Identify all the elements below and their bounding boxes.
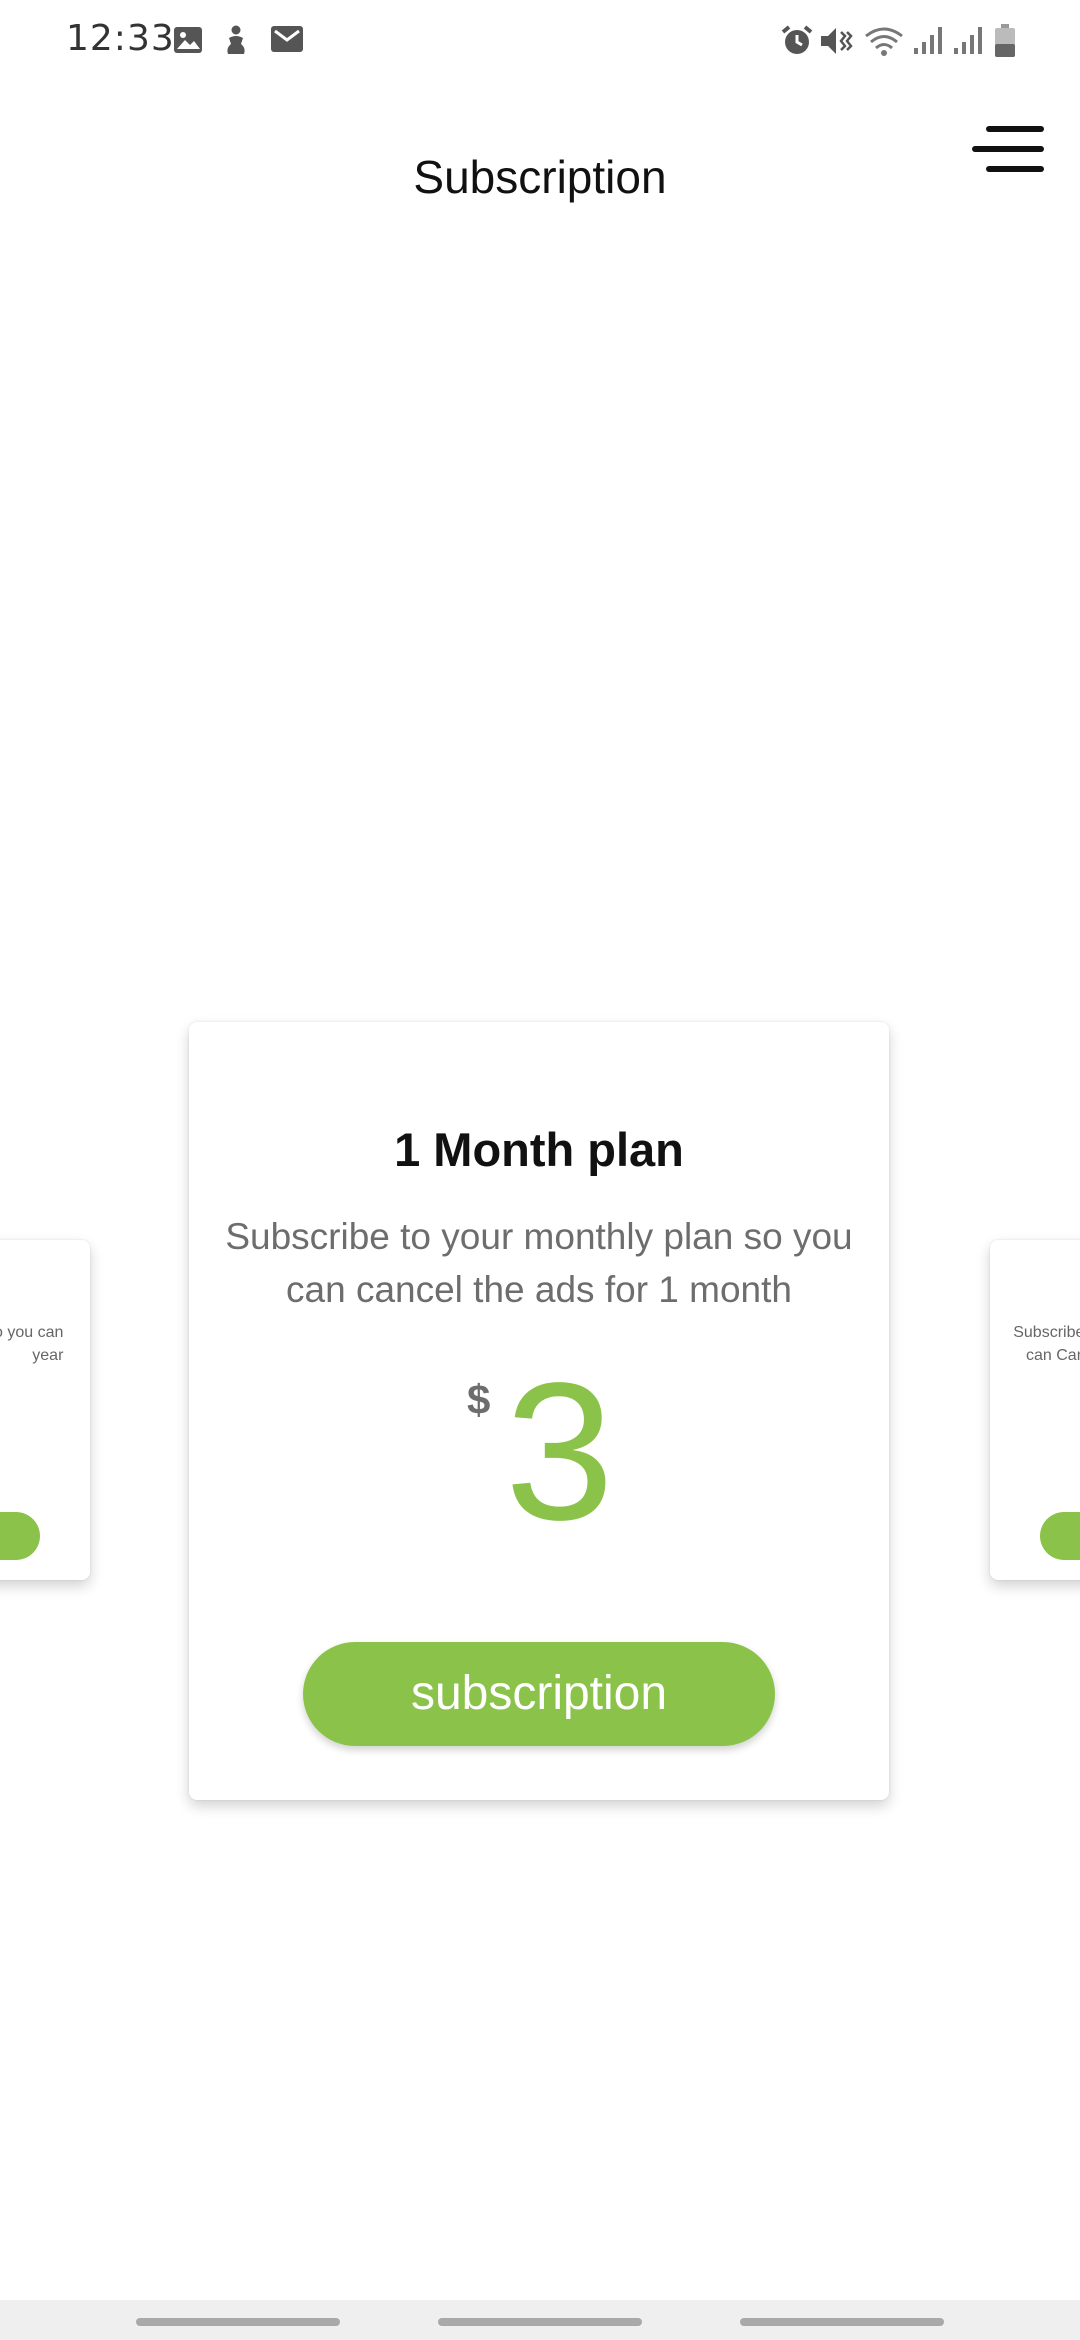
alarm-icon xyxy=(780,24,814,58)
plan-card-previous-description: o you can year xyxy=(0,1321,63,1367)
navigation-bar xyxy=(0,2300,1080,2340)
back-handle[interactable] xyxy=(740,2318,944,2326)
battery-icon xyxy=(994,24,1016,58)
plan-card-current: 1 Month plan Subscribe to your monthly p… xyxy=(189,1022,889,1800)
plan-card-previous[interactable]: o you can year xyxy=(0,1240,90,1580)
plan-card-next-subscribe-button[interactable] xyxy=(1040,1512,1080,1560)
plan-card-next-line1: Subscribe xyxy=(1013,1324,1080,1341)
plan-card-next-line2: can Can xyxy=(1026,1347,1080,1364)
page-title: Subscription xyxy=(413,151,667,203)
menu-button[interactable] xyxy=(972,122,1044,176)
price-currency: $ xyxy=(467,1376,491,1423)
signal-icon xyxy=(952,24,984,56)
plan-title: 1 Month plan xyxy=(394,1123,684,1176)
wifi-icon xyxy=(864,24,904,58)
recents-handle[interactable] xyxy=(136,2318,340,2326)
image-icon xyxy=(172,24,204,56)
plan-card-next-description: Subscribe can Can xyxy=(1012,1321,1080,1367)
subscribe-button[interactable]: subscription xyxy=(303,1642,775,1746)
plan-card-previous-line1: o you can xyxy=(0,1324,64,1341)
plan-card-next[interactable]: Subscribe can Can xyxy=(990,1240,1080,1580)
accessibility-icon xyxy=(220,24,252,58)
mail-icon xyxy=(270,24,304,54)
home-handle[interactable] xyxy=(438,2318,642,2326)
price-amount: 3 xyxy=(505,1342,615,1561)
vibrate-icon xyxy=(818,24,854,58)
plan-card-previous-subscribe-button[interactable] xyxy=(0,1512,40,1560)
plan-card-previous-line2: year xyxy=(32,1347,64,1364)
status-bar: 12:33 xyxy=(0,0,1080,80)
signal-icon xyxy=(912,24,944,56)
plan-description: Subscribe to your monthly plan so you ca… xyxy=(225,1216,853,1310)
status-time: 12:33 xyxy=(66,18,175,59)
